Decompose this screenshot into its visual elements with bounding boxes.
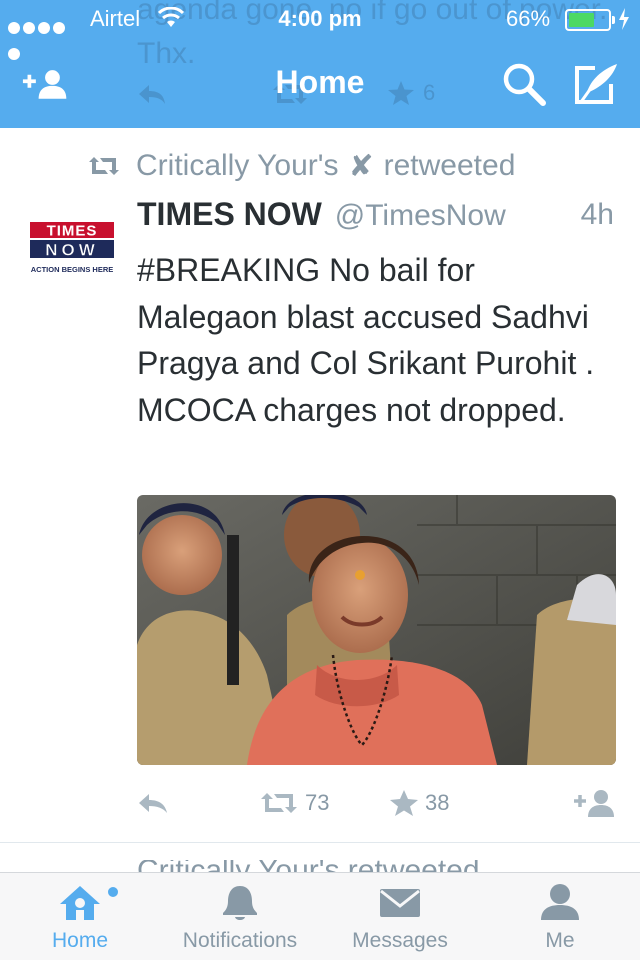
battery-icon — [565, 9, 615, 31]
favorite-count: 38 — [425, 790, 450, 815]
tab-bar: Home Notifications Messages Me — [0, 872, 640, 960]
tweet-timestamp: 4h — [580, 198, 614, 231]
battery-percent: 66% — [506, 6, 551, 31]
compose-icon — [575, 64, 617, 104]
svg-text:NOW: NOW — [45, 241, 99, 260]
times-now-logo: TIMES NOW ACTION BEGINS HERE — [30, 222, 114, 274]
search-button[interactable] — [500, 62, 548, 106]
tab-home[interactable]: Home — [0, 873, 160, 960]
tab-messages-label: Messages — [352, 929, 448, 952]
retweet-context[interactable]: Critically Your's ✘ retweeted — [88, 146, 515, 186]
charging-bolt-icon — [619, 8, 629, 30]
follow-button[interactable] — [573, 784, 617, 822]
home-icon — [60, 886, 100, 920]
tab-notifications-label: Notifications — [182, 929, 298, 952]
search-icon — [503, 63, 546, 106]
author-name[interactable]: TIMES NOW — [137, 196, 322, 232]
next-tweet-preview-text: Critically Your's retweeted — [137, 860, 480, 872]
tweet-divider — [0, 842, 640, 843]
author-handle[interactable]: @TimesNow — [335, 199, 506, 232]
tweet-header: TIMES NOW @TimesNow 4h — [137, 196, 617, 240]
author-avatar[interactable]: TIMES NOW ACTION BEGINS HERE — [30, 222, 114, 278]
tweet-photo[interactable] — [137, 495, 616, 765]
retweeter-name: Critically Your's — [136, 149, 339, 182]
add-user-icon — [574, 790, 614, 817]
compose-tweet-button[interactable] — [572, 62, 620, 106]
retweet-count: 73 — [305, 790, 330, 815]
status-bar: Airtel 4:00 pm 66% — [0, 0, 640, 60]
new-tweets-indicator — [108, 887, 118, 897]
retweet-label: retweeted — [383, 149, 516, 182]
envelope-icon — [380, 889, 420, 917]
tweet-photo-image — [137, 495, 616, 765]
star-icon — [390, 790, 418, 816]
tab-me-label: Me — [545, 929, 575, 952]
retweet-icon — [261, 793, 297, 813]
tweet-text: #BREAKING No bail for Malegaon blast acc… — [137, 252, 595, 428]
retweet-icon — [89, 157, 119, 175]
svg-text:TIMES: TIMES — [47, 223, 98, 240]
reply-button[interactable] — [137, 784, 169, 822]
next-tweet-preview: Critically Your's retweeted — [137, 860, 617, 872]
tweet-actions: 73 38 — [137, 784, 617, 824]
reply-icon — [139, 794, 167, 813]
tab-home-label: Home — [51, 929, 109, 952]
favorite-button[interactable]: 38 — [389, 784, 449, 822]
top-bar: agenda gone, no if go out of power. Thx.… — [0, 0, 640, 128]
tab-me[interactable]: Me — [480, 873, 640, 960]
tab-notifications[interactable]: Notifications — [160, 873, 320, 960]
retweeter-name-mark: ✘ — [348, 149, 374, 183]
bell-icon — [223, 886, 257, 920]
svg-text:ACTION BEGINS HERE: ACTION BEGINS HERE — [31, 265, 114, 274]
tab-messages[interactable]: Messages — [320, 873, 480, 960]
retweet-button[interactable]: 73 — [259, 784, 329, 822]
person-icon — [541, 884, 579, 920]
battery-level — [569, 13, 594, 27]
